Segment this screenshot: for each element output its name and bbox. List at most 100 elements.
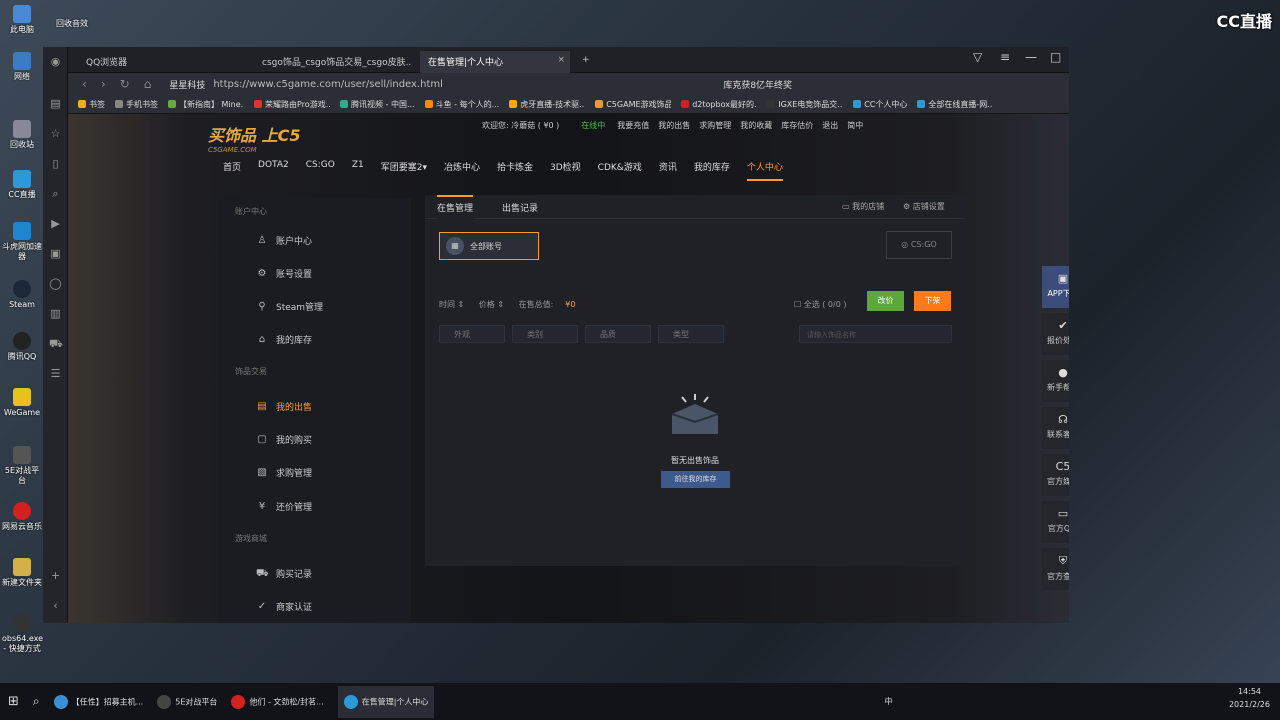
select-all-checkbox[interactable]: ☐ 全选 ( 0/0 ): [794, 299, 846, 310]
maximize-icon[interactable]: □: [1050, 50, 1061, 64]
sidebar-item-bargain[interactable]: ¥ 还价管理: [256, 500, 312, 514]
desktop-icon-wegame[interactable]: WeGame: [2, 388, 42, 418]
nav-item[interactable]: 军团要塞2▾: [381, 160, 427, 181]
qq-group-button[interactable]: ▭官方Q群: [1042, 501, 1069, 543]
bookmark-item[interactable]: 【新指南】 Mine...: [168, 99, 244, 110]
nav-item[interactable]: 冶炼中心: [444, 160, 480, 181]
desktop-icon-cc[interactable]: CC直播: [2, 170, 42, 200]
desktop-icon-accel[interactable]: 斗虎网加速器: [2, 222, 42, 262]
nav-item[interactable]: CS:GO: [306, 160, 335, 181]
sidebar-item-my-sell[interactable]: ▤ 我的出售: [256, 400, 312, 414]
nav-item[interactable]: 首页: [223, 160, 241, 181]
tab-on-sale[interactable]: 在售管理: [437, 195, 474, 219]
video-icon[interactable]: ▶: [49, 217, 62, 230]
browser-logo-icon[interactable]: ◉: [49, 55, 62, 68]
tab-sell-history[interactable]: 出售记录: [502, 201, 538, 214]
bookmark-item[interactable]: d2topbox最好的...: [681, 99, 757, 110]
sort-price[interactable]: 价格 ⇕: [479, 300, 504, 309]
filter-quality[interactable]: 品质: [585, 325, 651, 343]
desktop-icon-recycle[interactable]: 回收站: [2, 120, 42, 150]
menu-icon[interactable]: ≡: [1000, 50, 1010, 64]
extension-news[interactable]: 库克获8亿年终奖: [723, 78, 792, 91]
top-link[interactable]: 我要充值: [617, 120, 649, 131]
bookmark-item[interactable]: CC个人中心: [853, 99, 907, 110]
media-button[interactable]: C5官方媒体: [1042, 454, 1069, 496]
verify-button[interactable]: ⛨官方查询: [1042, 548, 1069, 590]
bookmark-item[interactable]: 全部在线直播-网...: [917, 99, 993, 110]
nav-item[interactable]: 我的库存: [694, 160, 730, 181]
back-icon[interactable]: ‹: [82, 77, 87, 91]
item-search-input[interactable]: 请输入饰品名称: [799, 325, 952, 343]
sidebar-item-steam[interactable]: ⚲ Steam管理: [256, 300, 323, 314]
bag-icon[interactable]: ▥: [49, 307, 62, 320]
top-link[interactable]: 库存估价: [781, 120, 813, 131]
unlist-button[interactable]: 下架: [914, 291, 951, 311]
nav-item[interactable]: DOTA2: [258, 160, 289, 181]
sidebar-item-purchase-record[interactable]: ⛟ 购买记录: [256, 567, 312, 581]
bookmark-item[interactable]: IGXE电竞饰品交...: [767, 99, 843, 110]
desktop-icon-obs[interactable]: obs64.exe - 快捷方式: [2, 614, 43, 654]
help-button[interactable]: ●新手帮助: [1042, 360, 1069, 402]
forward-icon[interactable]: ›: [101, 77, 106, 91]
taskbar-item[interactable]: 他们 - 文劲松/封茗...: [231, 694, 324, 709]
nav-item[interactable]: CDK&游戏: [598, 160, 642, 181]
skin-icon[interactable]: ▽: [973, 50, 982, 64]
cart-icon[interactable]: ⛟: [49, 337, 63, 350]
goto-inventory-button[interactable]: 前往我的库存: [661, 471, 730, 488]
search-icon[interactable]: ⌕: [49, 187, 62, 200]
url-input[interactable]: https://www.c5game.com/user/sell/index.h…: [213, 79, 663, 90]
clock[interactable]: 14:54 2021/2/26: [1229, 685, 1270, 711]
desktop-icon-network[interactable]: 网络: [2, 52, 42, 82]
collapse-icon[interactable]: ‹: [49, 599, 62, 612]
bookmark-item[interactable]: C5GAME游戏饰品...: [595, 99, 671, 110]
app-download-button[interactable]: ▣APP下载: [1042, 266, 1069, 308]
home-icon[interactable]: ⌂: [144, 77, 152, 91]
minimize-icon[interactable]: —: [1025, 50, 1037, 64]
bookmark-item[interactable]: 手机书签: [115, 99, 158, 110]
shop-settings-link[interactable]: ⚙ 店铺设置: [903, 201, 945, 212]
game-selector[interactable]: ◎ CS:GO: [886, 231, 952, 259]
bookmark-item[interactable]: 腾讯视频 - 中国...: [340, 99, 415, 110]
my-shop-link[interactable]: ▭ 我的店铺: [842, 201, 884, 212]
sidebar-news-icon[interactable]: ▤: [49, 97, 62, 110]
bookmark-item[interactable]: 虎牙直播-技术驱...: [509, 99, 585, 110]
desktop-icon-5e[interactable]: 5E对战平台: [2, 446, 42, 486]
nav-item[interactable]: 资讯: [659, 160, 677, 181]
bookmark-item[interactable]: 荣耀路由Pro游戏...: [254, 99, 330, 110]
lang-indicator[interactable]: 中: [884, 696, 892, 707]
taskbar-item-active[interactable]: 在售管理|个人中心: [337, 685, 435, 718]
nav-item-personal[interactable]: 个人中心: [746, 160, 783, 181]
refresh-icon[interactable]: ↻: [120, 77, 130, 91]
list-icon[interactable]: ☰: [49, 367, 62, 380]
top-link[interactable]: 求购管理: [699, 120, 731, 131]
filter-category[interactable]: 类别: [512, 325, 578, 343]
desktop-icon-folder[interactable]: 新建文件夹: [2, 558, 42, 588]
sidebar-item-settings[interactable]: ⚙ 账号设置: [256, 267, 313, 281]
start-icon[interactable]: ⊞: [8, 694, 19, 709]
nav-item[interactable]: 3D检视: [550, 160, 581, 181]
nav-item[interactable]: 拾卡炼金: [497, 160, 533, 181]
support-button[interactable]: ☊联系客服: [1042, 407, 1069, 449]
taskbar-item[interactable]: 【任性】招募主机...: [53, 694, 143, 709]
sidebar-item-inventory[interactable]: ⌂ 我的库存: [256, 333, 312, 347]
top-link[interactable]: 退出: [822, 120, 838, 131]
new-tab-button[interactable]: +: [574, 51, 594, 73]
add-icon[interactable]: +: [49, 569, 62, 582]
desktop-icon-netease[interactable]: 网易云音乐: [2, 502, 42, 532]
tab-qq-browser[interactable]: QQ浏览器: [78, 51, 228, 73]
offer-handle-button[interactable]: ✔报价处理: [1042, 313, 1069, 355]
desktop-icon-this-pc[interactable]: 此电脑: [2, 5, 42, 35]
close-tab-icon[interactable]: ×: [557, 55, 565, 65]
sidebar-item-purchase[interactable]: ▧ 求购管理: [256, 466, 312, 480]
sidebar-item-merchant[interactable]: ✓ 商家认证: [256, 600, 312, 614]
search-icon[interactable]: ⌕: [33, 694, 40, 709]
site-logo[interactable]: 买饰品 上C5 C5GAME.COM: [208, 122, 300, 154]
sort-time[interactable]: 时间 ⇕: [439, 300, 464, 309]
top-link[interactable]: 简中: [847, 120, 863, 131]
top-link[interactable]: 我的收藏: [740, 120, 772, 131]
filter-type[interactable]: 类型: [658, 325, 724, 343]
top-link[interactable]: 我的出售: [658, 120, 690, 131]
sidebar-item-account[interactable]: ♙ 账户中心: [256, 234, 313, 248]
tab-sell-manage[interactable]: 在售管理|个人中心 ×: [420, 51, 570, 73]
taskbar-item[interactable]: 5E对战平台: [157, 694, 217, 709]
